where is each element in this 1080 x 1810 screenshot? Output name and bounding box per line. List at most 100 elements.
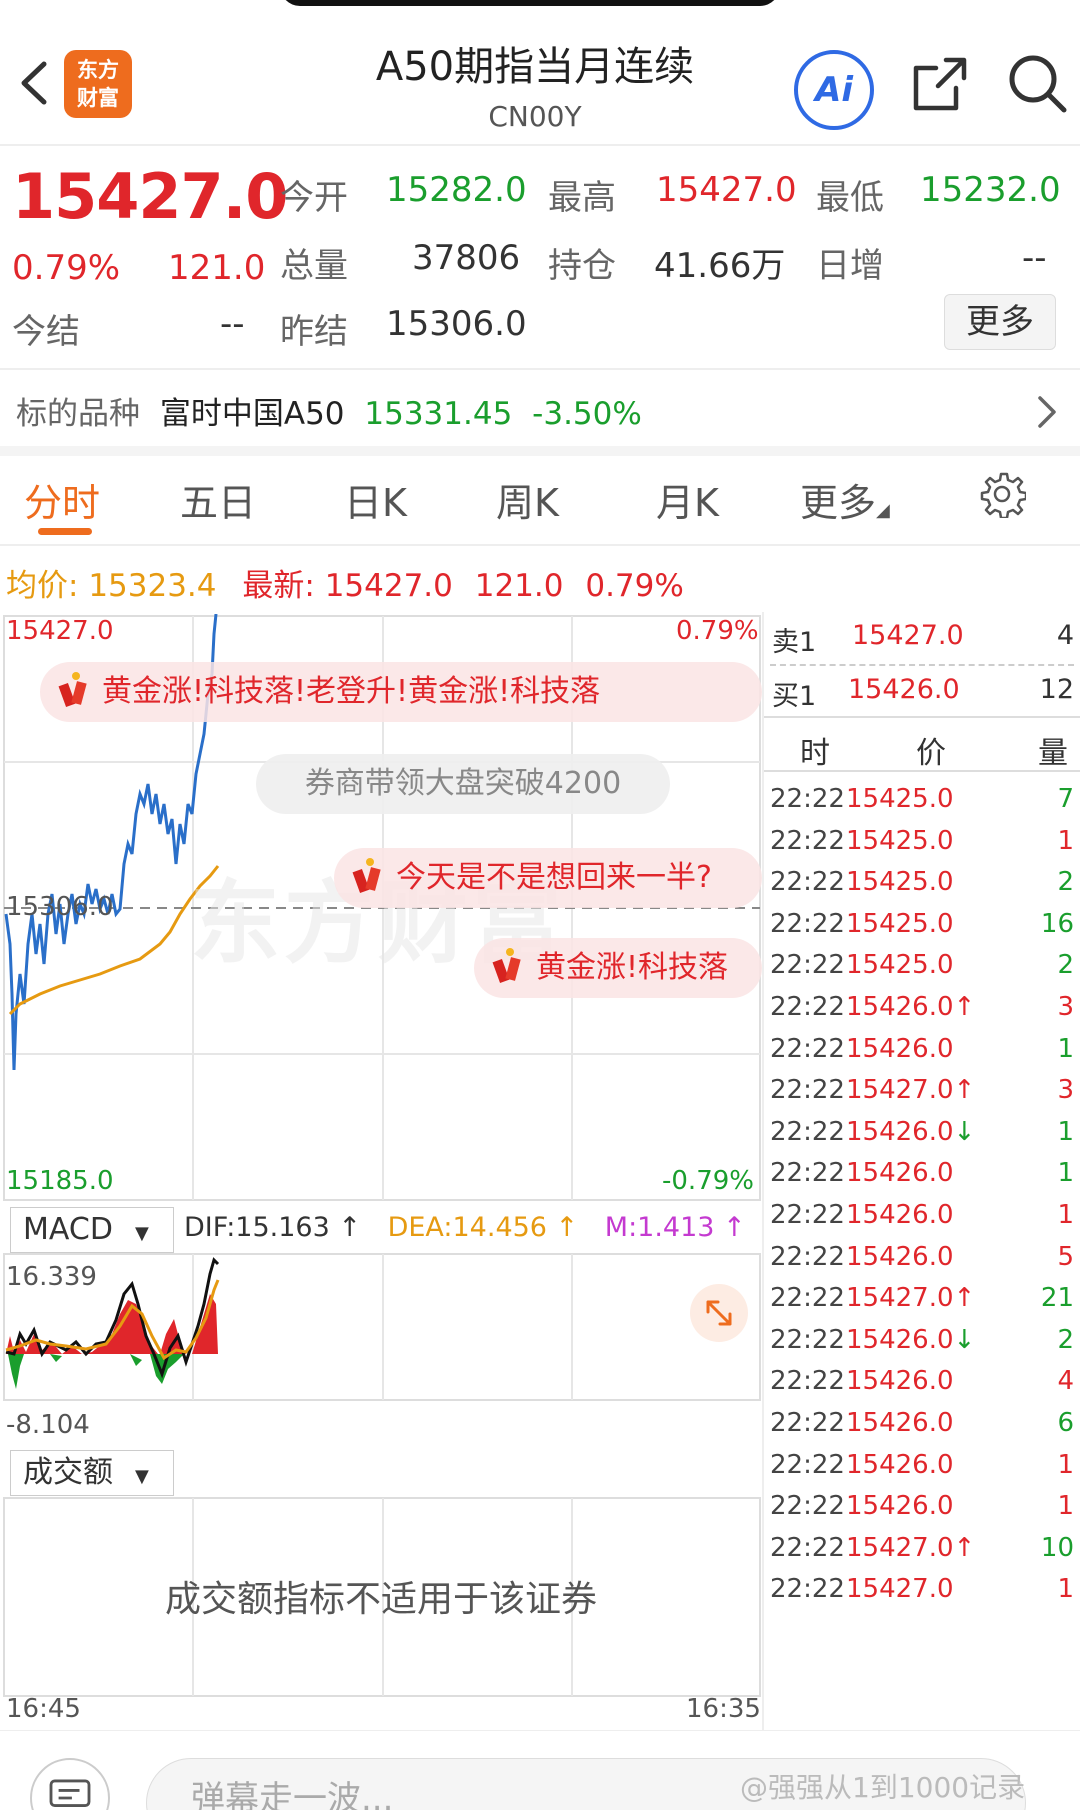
trade-time: 22:22 <box>770 1158 845 1189</box>
trade-qty: 1 <box>1057 1116 1074 1147</box>
trade-qty: 10 <box>1040 1532 1074 1563</box>
trade-time: 22:22 <box>770 1491 845 1522</box>
tab-weekly-k[interactable]: 周K <box>496 472 559 527</box>
latest-value: 15427.0 <box>324 568 453 604</box>
amount-indicator-select[interactable]: 成交额 ▼ <box>10 1450 174 1496</box>
trade-time: 22:22 <box>770 784 845 814</box>
app-logo: 东方 财富 <box>64 50 132 118</box>
time-axis-right: 16:35 <box>686 1694 761 1724</box>
trade-qty: 5 <box>1057 1241 1074 1272</box>
search-icon[interactable] <box>1006 52 1068 114</box>
y-axis-top: 15427.0 <box>6 616 114 646</box>
firecracker-icon <box>492 947 521 983</box>
panel-divider <box>762 612 764 1738</box>
trade-qty: 1 <box>1057 1033 1074 1064</box>
danmaku-bubble[interactable]: 券商带领大盘突破4200 <box>256 754 670 814</box>
trade-row: 22:22 15427.0↑ 3 <box>770 1069 1080 1109</box>
trade-qty: 4 <box>1057 1366 1074 1397</box>
ai-assistant-button[interactable]: Ai <box>794 50 874 130</box>
ask-row: 卖1 15427.0 4 <box>764 612 1080 662</box>
back-icon[interactable] <box>14 58 54 108</box>
underlying-label: 标的品种 <box>16 396 140 432</box>
divider <box>764 770 1080 772</box>
trade-price: 15426.0 <box>846 1241 954 1272</box>
trade-qty: 1 <box>1057 1200 1074 1230</box>
trade-row: 22:22 15426.0 1 <box>770 1194 1080 1234</box>
bid-label: 买1 <box>772 681 817 712</box>
avg-value: 15323.4 <box>88 568 217 604</box>
trade-row: 22:22 15426.0 4 <box>770 1360 1080 1400</box>
more-quote-button[interactable]: 更多 <box>944 294 1056 350</box>
macd-m: M:1.413 ↑ <box>604 1212 746 1243</box>
macd-dea: DEA:14.456 ↑ <box>387 1212 579 1243</box>
y-axis-bottom: 15185.0 <box>6 1166 114 1196</box>
settle-value: -- <box>220 304 245 344</box>
trade-price: 15425.0 <box>846 825 954 856</box>
tab-more[interactable]: 更多◢ <box>800 472 890 527</box>
trade-qty: 1 <box>1057 1158 1074 1189</box>
y-axis-mid: 15306.0 <box>6 892 114 922</box>
trade-row: 22:22 15426.0 5 <box>770 1236 1080 1276</box>
prev-settle-value: 15306.0 <box>386 304 527 344</box>
share-icon[interactable] <box>910 54 970 114</box>
danmaku-bubble[interactable]: 黄金涨!科技落!老登升!黄金涨!科技落 <box>40 662 762 722</box>
tab-daily-k[interactable]: 日K <box>344 472 407 527</box>
trade-price: 15426.0↓ <box>846 1324 976 1355</box>
chevron-right-icon[interactable] <box>1032 392 1062 432</box>
open-value: 15282.0 <box>386 170 527 210</box>
bid-qty: 12 <box>1039 674 1074 705</box>
trade-row: 22:22 15425.0 7 <box>770 778 1080 818</box>
ask-label: 卖1 <box>772 627 817 658</box>
trade-price: 15426.0 <box>846 1366 954 1397</box>
expand-icon[interactable] <box>690 1284 748 1342</box>
indicator-select[interactable]: MACD ▼ <box>10 1207 174 1253</box>
underlying-price: 15331.45 <box>364 396 513 432</box>
ask-qty: 4 <box>1056 620 1074 651</box>
firecracker-icon <box>352 857 381 893</box>
trade-price: 15425.0 <box>846 950 954 981</box>
low-label: 最低 <box>816 178 884 218</box>
trade-row: 22:22 15426.0↓ 2 <box>770 1319 1080 1359</box>
instrument-code: CN00Y <box>488 100 582 133</box>
latest-change-pct: 0.79% <box>585 568 684 604</box>
trade-price: 15425.0 <box>846 784 954 814</box>
settle-label: 今结 <box>12 312 80 352</box>
macd-y-bottom: -8.104 <box>6 1410 90 1440</box>
trade-row: 22:22 15427.0 1 <box>770 1568 1080 1608</box>
trade-price: 15426.0 <box>846 1033 954 1064</box>
open-label: 今开 <box>280 178 348 218</box>
trade-qty: 1 <box>1057 1449 1074 1480</box>
trade-price: 15426.0 <box>846 1158 954 1189</box>
bid-price: 15426.0 <box>848 674 960 705</box>
tab-intraday[interactable]: 分时 <box>24 472 100 527</box>
divider <box>0 144 1080 146</box>
weibo-watermark: @强强从1到1000记录 <box>740 1771 1026 1804</box>
danmaku-bubble[interactable]: 今天是不是想回来一半? <box>334 848 762 908</box>
avg-label: 均价: <box>6 568 79 604</box>
trade-qty: 3 <box>1057 992 1074 1022</box>
trade-qty: 2 <box>1057 950 1074 981</box>
underlying-row[interactable]: 标的品种 富时中国A50 15331.45 -3.50% <box>16 388 642 433</box>
trade-qty: 1 <box>1057 1491 1074 1522</box>
tab-five-day[interactable]: 五日 <box>180 472 256 527</box>
tab-monthly-k[interactable]: 月K <box>656 472 719 527</box>
trade-qty: 21 <box>1040 1283 1074 1314</box>
danmaku-bubble[interactable]: 黄金涨!科技落 <box>474 938 762 998</box>
trade-row: 22:22 15426.0 1 <box>770 1028 1080 1068</box>
daily-increase-label: 日增 <box>816 246 884 286</box>
macd-values: DIF:15.163 ↑ DEA:14.456 ↑ M:1.413 ↑ <box>184 1212 746 1243</box>
col-price: 价 <box>916 736 946 771</box>
trade-row: 22:22 15426.0 1 <box>770 1485 1080 1525</box>
gear-icon[interactable] <box>978 470 1026 518</box>
trade-row: 22:22 15425.0 2 <box>770 861 1080 901</box>
latest-label: 最新: <box>242 568 315 604</box>
trade-price: 15426.0↑ <box>846 992 976 1022</box>
prev-settle-label: 昨结 <box>280 312 348 352</box>
change-percent: 0.79% <box>12 248 121 288</box>
trade-qty: 2 <box>1057 867 1074 898</box>
trade-time: 22:22 <box>770 992 845 1022</box>
amount-not-applicable-message: 成交额指标不适用于该证券 <box>164 1579 597 1620</box>
low-value: 15232.0 <box>920 170 1061 210</box>
trade-qty: 7 <box>1057 784 1074 814</box>
trade-time: 22:22 <box>770 1283 845 1314</box>
